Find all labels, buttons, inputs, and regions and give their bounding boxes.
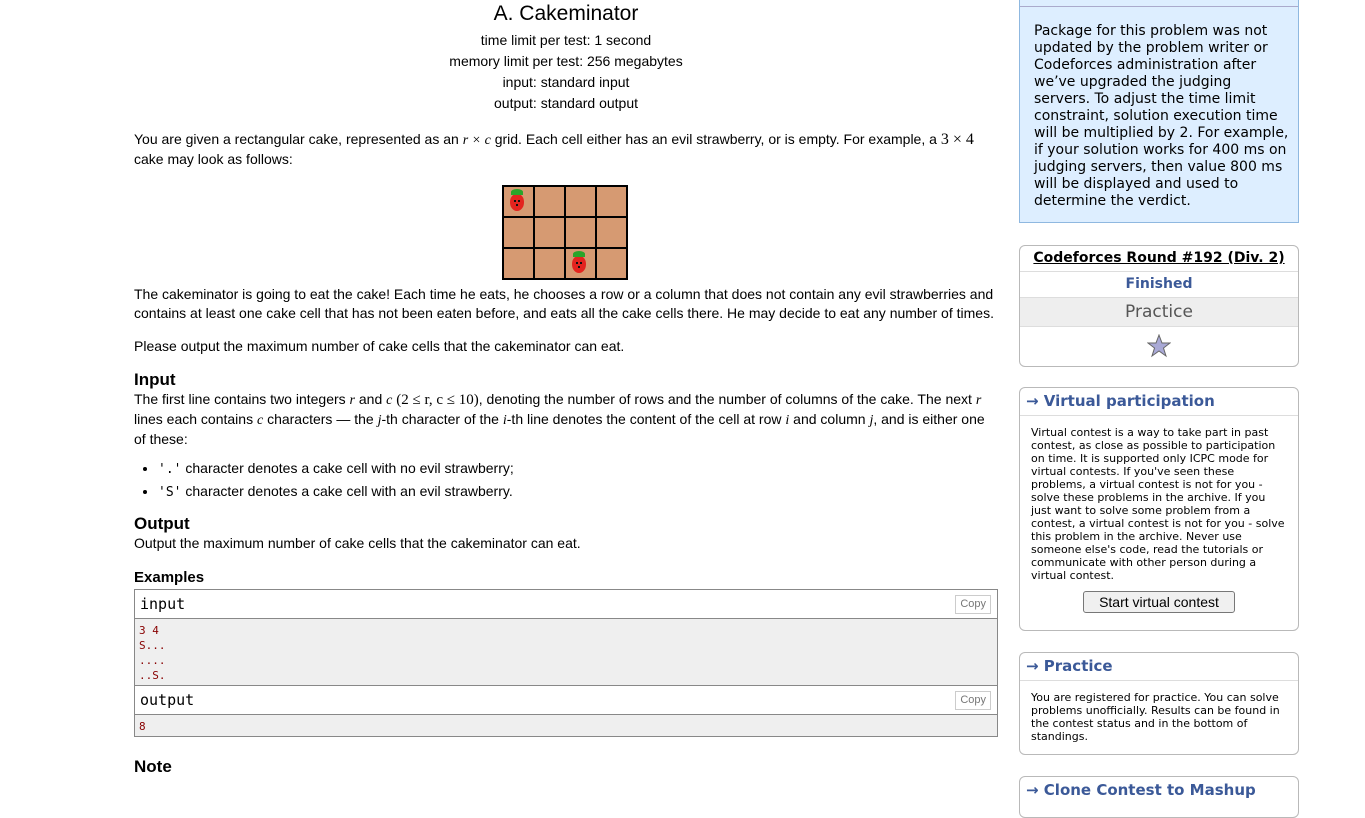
round-status: Finished (1020, 272, 1298, 298)
cake-cell (534, 186, 565, 217)
cake-cell (534, 217, 565, 248)
strawberry-icon (572, 251, 586, 273)
cake-figure (134, 185, 998, 281)
round-box: Codeforces Round #192 (Div. 2) Finished … (1019, 245, 1299, 367)
judging-notice: Package for this problem was not updated… (1019, 0, 1299, 223)
problem-statement: A. Cakeminator time limit per test: 1 se… (134, 0, 998, 776)
cake-cell (534, 248, 565, 279)
output-file: output: standard output (494, 95, 638, 111)
star-icon (1146, 333, 1172, 358)
output-paragraph: Output the maximum number of cake cells … (134, 535, 581, 551)
input-file: input: standard input (502, 74, 630, 90)
list-item: '.' character denotes a cake cell with n… (158, 459, 998, 479)
clone-contest-title[interactable]: → Clone Contest to Mashup (1020, 777, 1298, 804)
start-virtual-contest-button[interactable]: Start virtual contest (1083, 591, 1235, 613)
practice-box: → Practice You are registered for practi… (1019, 652, 1299, 755)
sample-test: input Copy 3 4 S... .... ..S. output Cop… (134, 589, 998, 737)
clone-contest-box: → Clone Contest to Mashup (1019, 776, 1299, 818)
copy-output-button[interactable]: Copy (955, 691, 991, 710)
practice-title: → Practice (1020, 653, 1298, 681)
cake-cell (596, 217, 627, 248)
sample-input-line: ..S. (139, 669, 166, 682)
sample-output-label: output (140, 691, 195, 709)
virtual-participation-box: → Virtual participation Virtual contest … (1019, 387, 1299, 631)
input-paragraph: The first line contains two integers r a… (134, 391, 985, 447)
notice-divider (1020, 6, 1298, 7)
round-name-link[interactable]: Codeforces Round #192 (Div. 2) (1020, 246, 1298, 272)
list-item: 'S' character denotes a cake cell with a… (158, 482, 998, 502)
sample-input-body: 3 4 S... .... ..S. (135, 619, 997, 685)
cake-grid (502, 185, 628, 280)
round-mode: Practice (1020, 298, 1298, 327)
cake-cell (565, 217, 596, 248)
output-request: Please output the maximum number of cake… (134, 338, 625, 354)
sample-input-line: 3 4 (139, 624, 159, 637)
cake-cell (596, 248, 627, 279)
time-limit: time limit per test: 1 second (480, 32, 652, 48)
copy-input-button[interactable]: Copy (955, 595, 991, 614)
cake-cell (503, 186, 534, 217)
sample-input-line: S... (139, 639, 166, 652)
cake-cell (565, 248, 596, 279)
cake-cell (503, 248, 534, 279)
notice-text: Package for this problem was not updated… (1034, 23, 1289, 209)
sample-output-header: output Copy (135, 685, 997, 715)
memory-limit: memory limit per test: 256 megabytes (449, 53, 683, 69)
sample-output-body: 8 (135, 715, 997, 736)
sample-input-line: .... (139, 654, 166, 667)
cake-cell (503, 217, 534, 248)
sample-input-header: input Copy (135, 590, 997, 619)
intro-paragraph: You are given a rectangular cake, repres… (134, 131, 974, 167)
virtual-participation-text: Virtual contest is a way to take part in… (1031, 426, 1285, 582)
cake-cell (565, 186, 596, 217)
note-title: Note (134, 757, 172, 776)
cake-cell (596, 186, 627, 217)
strawberry-icon (510, 189, 524, 211)
sample-input-label: input (140, 595, 186, 613)
sample-output-line: 8 (139, 720, 146, 733)
output-title: Output (134, 514, 190, 533)
virtual-participation-title: → Virtual participation (1020, 388, 1298, 416)
input-title: Input (134, 370, 176, 389)
practice-text: You are registered for practice. You can… (1031, 691, 1280, 743)
examples-title: Examples (134, 569, 205, 586)
favourite-star-icon[interactable] (1020, 327, 1298, 365)
cell-types-list: '.' character denotes a cake cell with n… (134, 459, 998, 502)
problem-title: A. Cakeminator (493, 2, 639, 25)
eat-paragraph: The cakeminator is going to eat the cake… (134, 286, 994, 321)
